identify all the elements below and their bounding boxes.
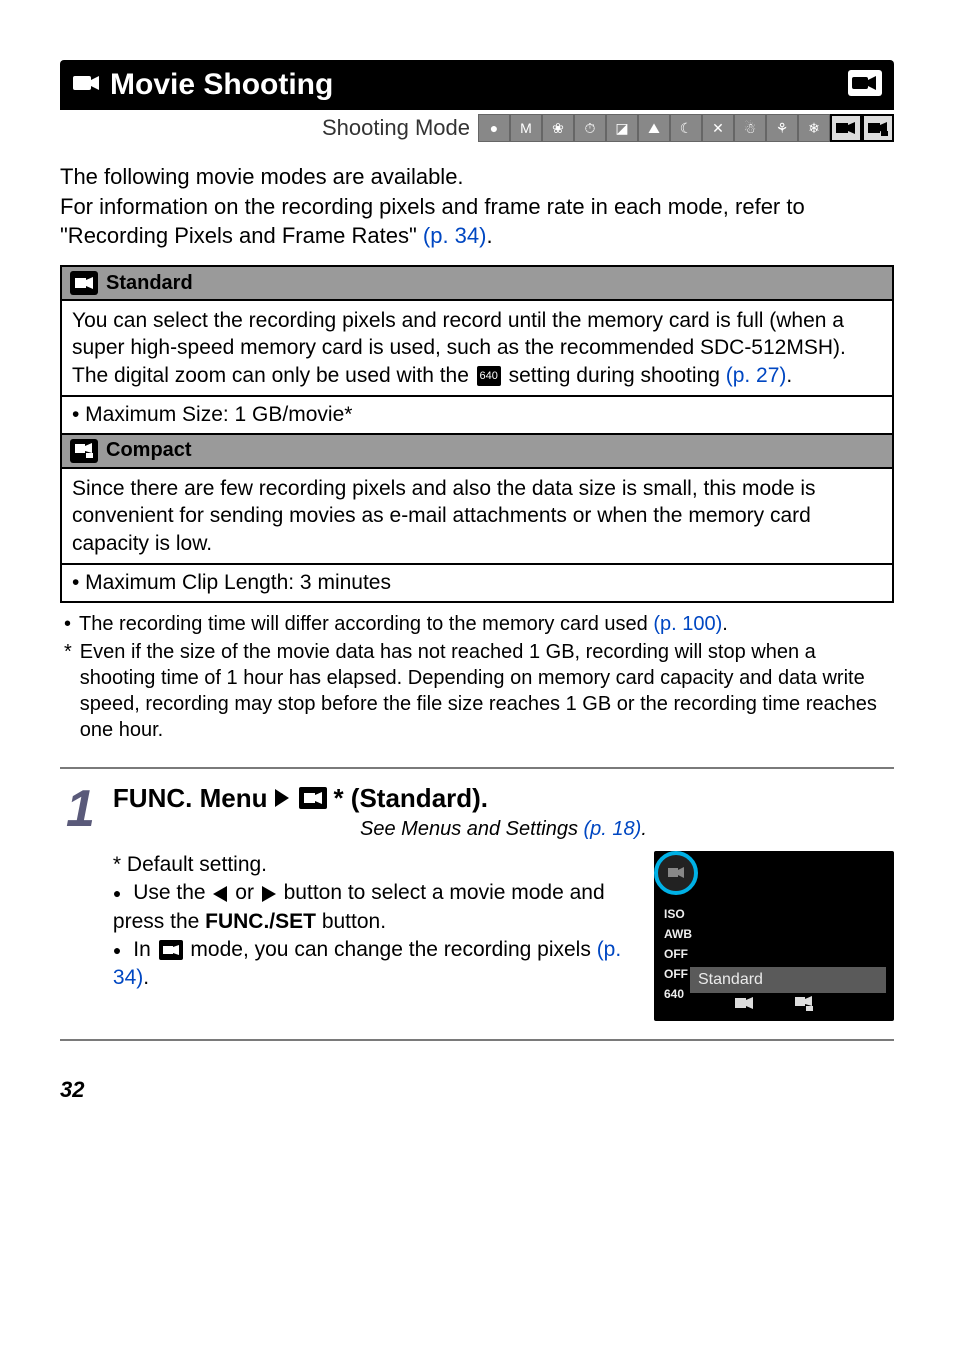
standard-desc-b-pre: The digital zoom can only be used with t… bbox=[72, 364, 475, 387]
shooting-mode-label: Shooting Mode bbox=[322, 115, 470, 141]
mode-landscape-icon: ⛰ bbox=[638, 114, 670, 142]
mode-movie-compact-icon bbox=[862, 114, 894, 142]
standard-desc-period: . bbox=[786, 364, 792, 387]
page-number: 32 bbox=[60, 1077, 894, 1103]
step-bullet-2: In mode, you can change the recording pi… bbox=[113, 936, 638, 993]
mode-icon-strip: ● M ❀ ⏱ ◪ ⛰ ☾ ✕ ☃ ⚘ ❄ bbox=[478, 114, 894, 142]
footnotes: • The recording time will differ accordi… bbox=[64, 611, 894, 743]
intro-text: The following movie modes are available.… bbox=[60, 162, 894, 251]
mode-foliage-icon: ⚘ bbox=[766, 114, 798, 142]
intro-link[interactable]: (p. 34) bbox=[423, 223, 487, 248]
lcd-movie-compact-icon bbox=[794, 996, 814, 1015]
standard-description: You can select the recording pixels and … bbox=[62, 301, 892, 397]
intro-line-1: The following movie modes are available. bbox=[60, 164, 464, 189]
mode-movie-standard-icon bbox=[830, 114, 862, 142]
mode-macro-icon: ❀ bbox=[542, 114, 574, 142]
lcd-side-icons: ISO AWB OFF OFF 640 bbox=[664, 907, 692, 1001]
b2-period: . bbox=[143, 966, 149, 989]
b2-pre: In bbox=[133, 938, 156, 961]
standard-mode-icon bbox=[70, 271, 98, 295]
intro-period: . bbox=[486, 223, 492, 248]
lcd-off1: OFF bbox=[664, 947, 692, 961]
compact-heading-row: Compact bbox=[62, 435, 892, 469]
title-bar: Movie Shooting bbox=[60, 60, 894, 110]
b2-post: mode, you can change the recording pixel… bbox=[185, 938, 597, 961]
mode-kids-icon: ✕ bbox=[702, 114, 734, 142]
standard-mode-small-icon bbox=[299, 787, 327, 809]
note1-period: . bbox=[722, 613, 728, 635]
b1-bold: FUNC./SET bbox=[205, 910, 316, 933]
b1-pre: Use the bbox=[133, 881, 211, 904]
lcd-movie-std-icon bbox=[734, 996, 754, 1015]
step-1: 1 FUNC. Menu * (Standard). See Menus and… bbox=[60, 767, 894, 1041]
standard-spec: • Maximum Size: 1 GB/movie* bbox=[62, 397, 892, 435]
standard-desc-b-post: setting during shooting bbox=[503, 364, 726, 387]
compact-mode-icon bbox=[70, 439, 98, 463]
resolution-640-icon: 640 bbox=[477, 366, 501, 386]
compact-description: Since there are few recording pixels and… bbox=[62, 469, 892, 565]
lcd-bottom-icons bbox=[734, 996, 814, 1015]
arrow-left-icon bbox=[213, 886, 227, 902]
mode-timer-icon: ⏱ bbox=[574, 114, 606, 142]
standard-mode-inline-icon bbox=[159, 940, 183, 960]
step-heading: FUNC. Menu * (Standard). bbox=[113, 783, 894, 814]
lcd-off2: OFF bbox=[664, 967, 692, 981]
note1-link[interactable]: (p. 100) bbox=[653, 613, 722, 635]
shooting-mode-row: Shooting Mode ● M ❀ ⏱ ◪ ⛰ ☾ ✕ ☃ ⚘ ❄ bbox=[60, 110, 894, 150]
standard-desc-link[interactable]: (p. 27) bbox=[726, 364, 787, 387]
default-setting-note: * Default setting. bbox=[113, 851, 638, 879]
lcd-res: 640 bbox=[664, 987, 692, 1001]
lcd-iso: ISO bbox=[664, 907, 692, 921]
note1-text: The recording time will differ according… bbox=[79, 613, 653, 635]
step-bullet-1: Use the or button to select a movie mode… bbox=[113, 879, 638, 936]
b1-mid: or bbox=[229, 881, 259, 904]
compact-spec: • Maximum Clip Length: 3 minutes bbox=[62, 565, 892, 601]
mode-auto-icon: ● bbox=[478, 114, 510, 142]
mode-snow-icon: ❄ bbox=[798, 114, 830, 142]
mode-manual-icon: M bbox=[510, 114, 542, 142]
lcd-awb: AWB bbox=[664, 927, 692, 941]
step-sub-period: . bbox=[641, 818, 647, 840]
step-subtext: See Menus and Settings (p. 18). bbox=[113, 818, 894, 841]
page-title: Movie Shooting bbox=[110, 68, 882, 102]
b1-end: button. bbox=[316, 910, 386, 933]
standard-desc-a: You can select the recording pixels and … bbox=[72, 309, 846, 359]
arrow-right-icon bbox=[262, 886, 276, 902]
step-sub-pre: See Menus and Settings bbox=[360, 818, 583, 840]
modes-table: Standard You can select the recording pi… bbox=[60, 265, 894, 603]
step-number: 1 bbox=[60, 783, 95, 1021]
note2-text: Even if the size of the movie data has n… bbox=[80, 639, 894, 743]
step-heading-b: * (Standard). bbox=[333, 783, 488, 814]
standard-heading: Standard bbox=[106, 272, 193, 295]
triangle-right-icon bbox=[275, 789, 289, 807]
step-list: * Default setting. Use the or button to … bbox=[113, 851, 638, 993]
note1-bullet: • bbox=[64, 611, 71, 637]
lcd-mode-label: Standard bbox=[690, 967, 886, 993]
step-heading-a: FUNC. Menu bbox=[113, 783, 268, 814]
step-sub-link[interactable]: (p. 18) bbox=[584, 818, 642, 840]
note2-bullet: * bbox=[64, 639, 72, 743]
mode-portrait-icon: ◪ bbox=[606, 114, 638, 142]
movie-icon bbox=[72, 72, 100, 99]
movie-mode-icon bbox=[848, 70, 882, 101]
lcd-dial-icon bbox=[654, 851, 698, 895]
mode-indoor-icon: ☃ bbox=[734, 114, 766, 142]
standard-heading-row: Standard bbox=[62, 267, 892, 301]
lcd-preview: ISO AWB OFF OFF 640 Standard bbox=[654, 851, 894, 1021]
compact-heading: Compact bbox=[106, 439, 192, 462]
mode-night-icon: ☾ bbox=[670, 114, 702, 142]
